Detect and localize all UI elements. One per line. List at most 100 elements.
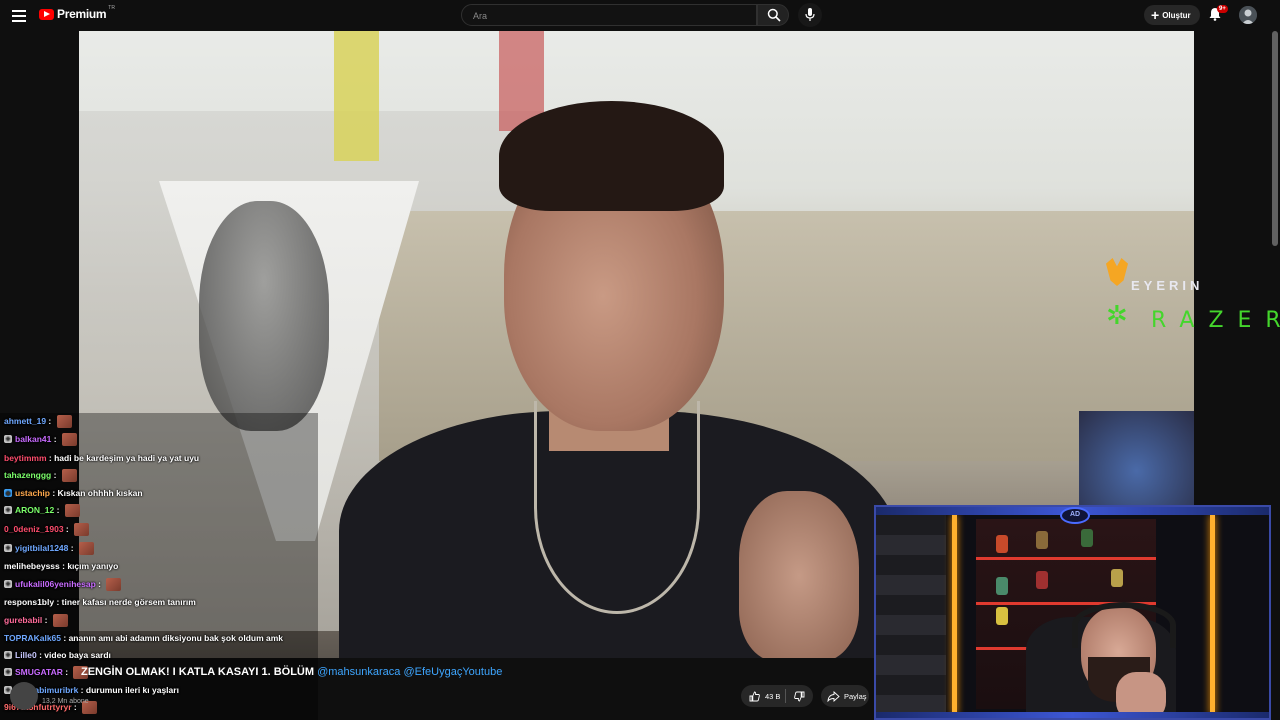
create-button[interactable]: + Oluştur [1144, 5, 1200, 25]
search-input[interactable] [471, 10, 735, 22]
brand-label: Premium [57, 7, 107, 21]
webcam-figurine [996, 535, 1008, 553]
notification-count-badge: 9+ [1217, 5, 1228, 13]
chat-username[interactable]: yigitbilal1248 [15, 543, 68, 553]
chat-separator: : [46, 416, 54, 426]
page-scrollbar[interactable] [1272, 31, 1278, 246]
chat-message-text: durumun ileri kı yaşları [85, 685, 179, 695]
moderator-badge-icon: ✦ [4, 668, 12, 676]
plus-icon: + [1151, 7, 1160, 23]
chat-separator: : [95, 579, 104, 589]
chat-message: ✦ yigitbilal1248 : [4, 540, 94, 556]
chat-separator: : [54, 505, 62, 515]
search-button[interactable] [757, 4, 789, 26]
create-button-label: Oluştur [1162, 10, 1191, 20]
like-button[interactable]: 43 B [741, 691, 785, 702]
chat-message: TOPRAKalk65 : ananın amı abi adamın diks… [4, 630, 283, 646]
chat-message: beytimmm : hadi be kardeşim ya hadi ya y… [4, 450, 199, 466]
chat-separator: : [62, 667, 71, 677]
like-count: 43 B [765, 691, 781, 701]
chat-message: ✦ ufukalil06yenihesap : [4, 576, 122, 592]
chat-message-text: hadi be kardeşim ya hadi ya yat uyu [54, 453, 200, 463]
chat-emote-icon [61, 468, 77, 482]
chat-username[interactable]: tahazenggg [4, 470, 51, 480]
brand-country-code: TR [108, 5, 115, 11]
video-title-text: ZENGİN OLMAK! I KATLA KASAYI 1. BÖLÜM [81, 666, 318, 678]
chat-message: 0_0deniz_1903 : [4, 521, 90, 537]
chat-separator: : [54, 597, 62, 607]
chat-message-text: ananın amı abi adamın diksiyonu bak şok … [68, 633, 284, 643]
moderator-badge-icon: ✦ [4, 435, 12, 443]
dislike-icon [793, 691, 805, 701]
chat-message: melihebeysss : kıçım yanıyo [4, 558, 118, 574]
chat-message: ✦ Lille0 : video baya sardı [4, 647, 111, 663]
chat-separator: : [51, 434, 59, 444]
fox-logo-icon [1106, 258, 1128, 286]
chat-username[interactable]: beytimmm [4, 453, 47, 463]
chat-message: ✦ balkan41 : [4, 431, 77, 447]
subscriber-badge-icon: ◆ [4, 489, 12, 497]
chat-emote-icon [56, 414, 72, 428]
webcam-shelf-light [976, 557, 1156, 560]
menu-icon[interactable] [12, 8, 26, 22]
voice-search-button[interactable] [798, 3, 822, 27]
chat-username[interactable]: ustachip [15, 488, 50, 498]
search-icon [767, 8, 781, 22]
chat-message: ✦ SMUGATAR : [4, 664, 89, 680]
channel-avatar[interactable] [10, 682, 38, 710]
avatar-image [1239, 6, 1257, 24]
like-dislike-group: 43 B [741, 685, 813, 707]
webcam-figurine [1036, 571, 1048, 589]
razer-logo-icon: ✲ [1106, 300, 1128, 330]
chat-username[interactable]: balkan41 [15, 434, 51, 444]
video-person-hand [739, 491, 859, 658]
youtube-premium-logo[interactable]: Premium TR [39, 5, 115, 21]
title-mention-link[interactable]: @mahsunkaraca [317, 666, 400, 678]
webcam-figurine [996, 607, 1008, 625]
webcam-led-strip-right [1210, 515, 1215, 715]
chat-message: ✦ ARON_12 : [4, 502, 80, 518]
share-button[interactable]: Paylaş [821, 685, 869, 707]
chat-username[interactable]: melihebeysss [4, 561, 60, 571]
razer-wordmark: RAZER [1151, 308, 1280, 333]
dislike-button[interactable] [785, 691, 813, 702]
video-portrait-figure [199, 201, 329, 431]
title-mention-link[interactable]: @EfeUygaçYoutube [403, 666, 502, 678]
chat-separator: : [68, 543, 76, 553]
chat-emote-icon [64, 503, 80, 517]
chat-username[interactable]: Lille0 [15, 650, 37, 660]
chat-username[interactable]: gurebabil [4, 615, 42, 625]
chat-separator: : [78, 685, 86, 695]
chat-username[interactable]: TOPRAKalk65 [4, 633, 61, 643]
stream-brand-overlay: EYERIN ✲ RAZER [1103, 258, 1280, 342]
chat-message-text: video baya sardı [44, 650, 111, 660]
moderator-badge-icon: ✦ [4, 651, 12, 659]
chat-message: ◆ ustachip : Kıskan ohhhh kıskan [4, 485, 143, 501]
webcam-figurine [996, 577, 1008, 595]
chat-username[interactable]: ahmett_19 [4, 416, 46, 426]
chat-emote-icon [52, 613, 68, 627]
chat-message: ahmett_19 : [4, 413, 72, 429]
chat-username[interactable]: ARON_12 [15, 505, 54, 515]
webcam-frame-bottom [876, 712, 1269, 718]
moderator-badge-icon: ✦ [4, 506, 12, 514]
webcam-logo-badge: AD [1060, 507, 1090, 524]
chat-separator: : [61, 633, 69, 643]
chat-username[interactable]: ufukalil06yenihesap [15, 579, 96, 589]
headset-icon [1072, 602, 1176, 648]
streamer-webcam: AD [874, 505, 1271, 720]
chat-emote-icon [74, 522, 90, 536]
video-title: ZENGİN OLMAK! I KATLA KASAYI 1. BÖLÜM @m… [81, 666, 502, 678]
share-label: Paylaş [844, 691, 867, 701]
chat-message-text: tiner kafası nerde görsem tanırım [61, 597, 196, 607]
chat-emote-icon [61, 432, 77, 446]
chat-username[interactable]: respons1bly [4, 597, 54, 607]
chat-username[interactable]: SMUGATAR [15, 667, 63, 677]
video-yellow-banner [334, 31, 379, 161]
video-person-hair [499, 101, 724, 211]
webcam-led-strip-left [952, 515, 957, 715]
video-person-necklace [534, 401, 700, 614]
account-avatar[interactable] [1239, 6, 1257, 24]
chat-username[interactable]: 0_0deniz_1903 [4, 524, 64, 534]
like-icon [749, 691, 760, 701]
